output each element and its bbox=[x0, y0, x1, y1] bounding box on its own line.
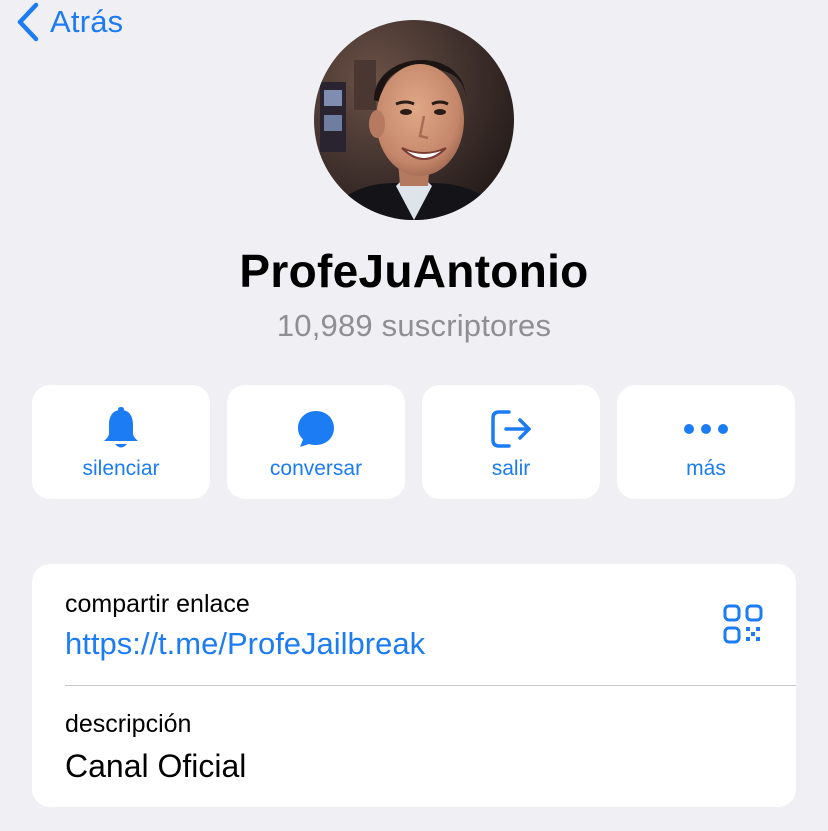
leave-icon bbox=[422, 407, 600, 451]
share-link-caption: compartir enlace bbox=[65, 590, 250, 618]
description-value: Canal Oficial bbox=[65, 748, 247, 784]
more-label: más bbox=[686, 457, 726, 480]
back-button[interactable]: Atrás bbox=[16, 2, 124, 42]
share-link[interactable]: https://t.me/ProfeJailbreak bbox=[65, 626, 425, 662]
qr-code-icon[interactable] bbox=[723, 604, 763, 644]
avatar[interactable] bbox=[314, 20, 514, 220]
chat-bubble-icon bbox=[227, 407, 405, 451]
chat-button[interactable]: conversar bbox=[227, 385, 405, 499]
subscriber-count: 10,989 suscriptores bbox=[276, 308, 552, 343]
channel-name: ProfeJuAntonio bbox=[239, 245, 589, 297]
chat-label: conversar bbox=[269, 457, 363, 480]
description-caption: descripción bbox=[65, 710, 192, 738]
leave-button[interactable]: salir bbox=[422, 385, 600, 499]
info-card: compartir enlace https://t.me/ProfeJailb… bbox=[32, 564, 796, 807]
bell-icon bbox=[32, 407, 210, 451]
leave-label: salir bbox=[491, 457, 531, 480]
chevron-left-icon bbox=[16, 2, 40, 42]
divider bbox=[65, 685, 796, 686]
more-icon bbox=[617, 407, 795, 451]
more-button[interactable]: más bbox=[617, 385, 795, 499]
mute-button[interactable]: silenciar bbox=[32, 385, 210, 499]
back-label: Atrás bbox=[50, 4, 124, 39]
mute-label: silenciar bbox=[82, 457, 160, 480]
